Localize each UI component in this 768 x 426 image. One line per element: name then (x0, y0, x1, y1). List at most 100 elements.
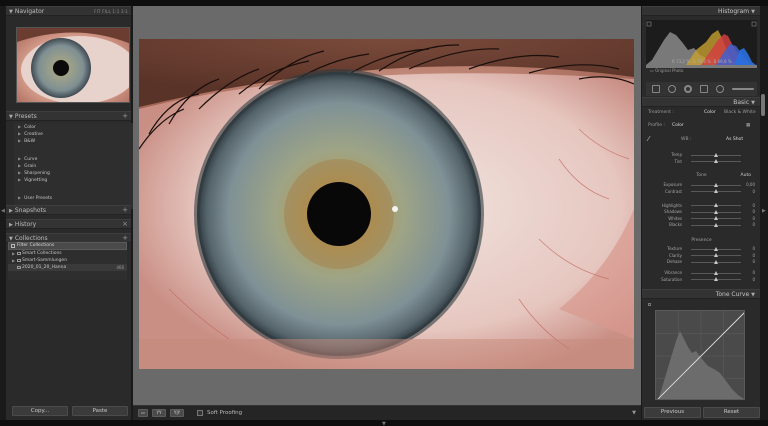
collection-item[interactable]: 2020_01_20_Hanna 466 (8, 264, 127, 271)
slider-vibrance[interactable]: Vibrance 0 (646, 270, 757, 276)
zoom-3-1[interactable]: 3:1 (121, 9, 128, 14)
before-after-split-button[interactable]: Y|Y (170, 409, 184, 417)
slider-exposure[interactable]: Exposure 0,00 (646, 182, 757, 188)
slider-track[interactable] (691, 277, 741, 281)
spot-removal-tool-icon[interactable] (668, 85, 676, 93)
slider-knob[interactable] (714, 246, 718, 251)
filter-collections-field[interactable]: Filter Collections (8, 242, 127, 250)
slider-value[interactable]: 0 (741, 216, 755, 222)
history-header[interactable]: ▶ History × (6, 219, 131, 229)
expand-triangle-icon[interactable]: ▶ (12, 257, 15, 264)
add-snapshot-icon[interactable]: + (122, 206, 128, 215)
profile-select[interactable]: Color (672, 123, 684, 128)
zoom-fit[interactable]: FIT (94, 9, 101, 14)
slider-value[interactable]: 0 (741, 259, 755, 265)
preset-group[interactable]: ▶ Creative (14, 130, 133, 137)
slider-knob[interactable] (714, 253, 718, 257)
navigator-header[interactable]: ▼ Navigator FIT FILL 1:1 3:1 (6, 6, 131, 16)
soft-proofing-checkbox[interactable] (197, 410, 203, 416)
slider-saturation[interactable]: Saturation 0 (646, 277, 757, 283)
slider-knob[interactable] (714, 222, 718, 227)
clear-history-icon[interactable]: × (122, 220, 128, 229)
preset-group[interactable]: ▶ Curve (14, 155, 133, 162)
copy-button[interactable]: Copy... (12, 406, 68, 416)
slider-knob[interactable] (714, 203, 718, 207)
slider-knob[interactable] (714, 159, 718, 163)
expand-triangle-icon[interactable]: ▶ (12, 250, 15, 257)
tone-curve-graph[interactable] (655, 310, 745, 400)
slider-dehaze[interactable]: Dehaze 0 (646, 259, 757, 265)
red-eye-tool-icon[interactable] (684, 85, 692, 93)
slider-knob[interactable] (714, 152, 718, 157)
preset-group[interactable]: ▶ Sharpening (14, 169, 133, 176)
slider-value[interactable]: 0 (741, 277, 755, 283)
slider-knob[interactable] (714, 189, 718, 193)
slider-shadows[interactable]: Shadows 0 (646, 209, 757, 215)
slider-tint[interactable]: Tint (646, 159, 757, 165)
collection-set[interactable]: ▶ Smart Collections (8, 250, 127, 257)
slider-track[interactable] (691, 159, 741, 163)
slider-contrast[interactable]: Contrast 0 (646, 189, 757, 195)
add-preset-icon[interactable]: + (122, 112, 128, 121)
treatment-color-option[interactable]: Color (704, 110, 716, 115)
adjustment-brush-icon[interactable] (732, 88, 754, 90)
slider-track[interactable] (691, 182, 741, 187)
collection-set[interactable]: ▶ Smart-Sammlungen (8, 257, 127, 264)
presets-header[interactable]: ▼ Presets + (6, 111, 131, 121)
slider-whites[interactable]: Whites 0 (646, 216, 757, 222)
main-photo-eye[interactable] (139, 39, 634, 369)
preset-group[interactable]: ▶ Vignetting (14, 176, 133, 183)
left-panel-toggle-icon[interactable]: ◀ (1, 208, 5, 214)
slider-track[interactable] (691, 222, 741, 227)
slider-value[interactable]: 0 (741, 222, 755, 228)
slider-track[interactable] (691, 203, 741, 207)
navigator-preview[interactable] (16, 27, 130, 103)
preset-group[interactable]: ▶ User Presets (14, 194, 133, 201)
previous-button[interactable]: Previous (644, 407, 701, 418)
preset-group[interactable]: ▶ Color (14, 123, 133, 130)
image-canvas[interactable] (133, 6, 641, 405)
basic-header[interactable]: Basic ▼ (642, 97, 760, 107)
zoom-fill[interactable]: FILL (102, 9, 111, 14)
loupe-view-button[interactable]: ▭ (138, 409, 148, 417)
slider-value[interactable]: 0,00 (741, 182, 755, 188)
filmstrip-toggle-icon[interactable]: ▼ (382, 421, 386, 426)
crop-tool-icon[interactable] (652, 85, 660, 93)
reset-button[interactable]: Reset (703, 407, 760, 418)
paste-button[interactable]: Paste (72, 406, 128, 416)
slider-track[interactable] (691, 209, 741, 214)
toolbar-menu-icon[interactable]: ▼ (632, 410, 636, 416)
tone-curve-header[interactable]: Tone Curve ▼ (642, 289, 760, 299)
right-panel-scrollbar[interactable] (761, 94, 765, 116)
zoom-1-1[interactable]: 1:1 (112, 9, 119, 14)
wb-select[interactable]: As Shot (726, 137, 743, 142)
slider-track[interactable] (691, 259, 741, 264)
preset-group[interactable]: ▶ B&W (14, 137, 133, 144)
slider-highlights[interactable]: Highlights 0 (646, 203, 757, 209)
slider-value[interactable]: 0 (741, 209, 755, 215)
before-after-button[interactable]: YY (152, 409, 166, 417)
snapshots-header[interactable]: ▶ Snapshots + (6, 205, 131, 215)
wb-eyedropper-icon[interactable]: ⁄ (648, 135, 649, 143)
slider-track[interactable] (691, 246, 741, 251)
preset-group[interactable]: ▶ Grain (14, 162, 133, 169)
profile-browser-icon[interactable]: ▦ (746, 123, 750, 128)
slider-track[interactable] (691, 152, 741, 157)
slider-knob[interactable] (714, 216, 718, 220)
slider-track[interactable] (691, 216, 741, 220)
slider-knob[interactable] (714, 277, 718, 281)
slider-knob[interactable] (714, 270, 718, 275)
slider-track[interactable] (691, 253, 741, 257)
slider-value[interactable]: 0 (741, 189, 755, 195)
slider-value[interactable]: 0 (741, 270, 755, 276)
auto-tone-button[interactable]: Auto (741, 173, 751, 178)
slider-clarity[interactable]: Clarity 0 (646, 253, 757, 259)
slider-blacks[interactable]: Blacks 0 (646, 222, 757, 228)
slider-knob[interactable] (714, 182, 718, 187)
slider-value[interactable]: 0 (741, 203, 755, 209)
graduated-filter-icon[interactable] (700, 85, 708, 93)
treatment-bw-option[interactable]: Black & White (724, 110, 756, 115)
slider-knob[interactable] (714, 259, 718, 264)
slider-value[interactable]: 0 (741, 246, 755, 252)
slider-track[interactable] (691, 189, 741, 193)
